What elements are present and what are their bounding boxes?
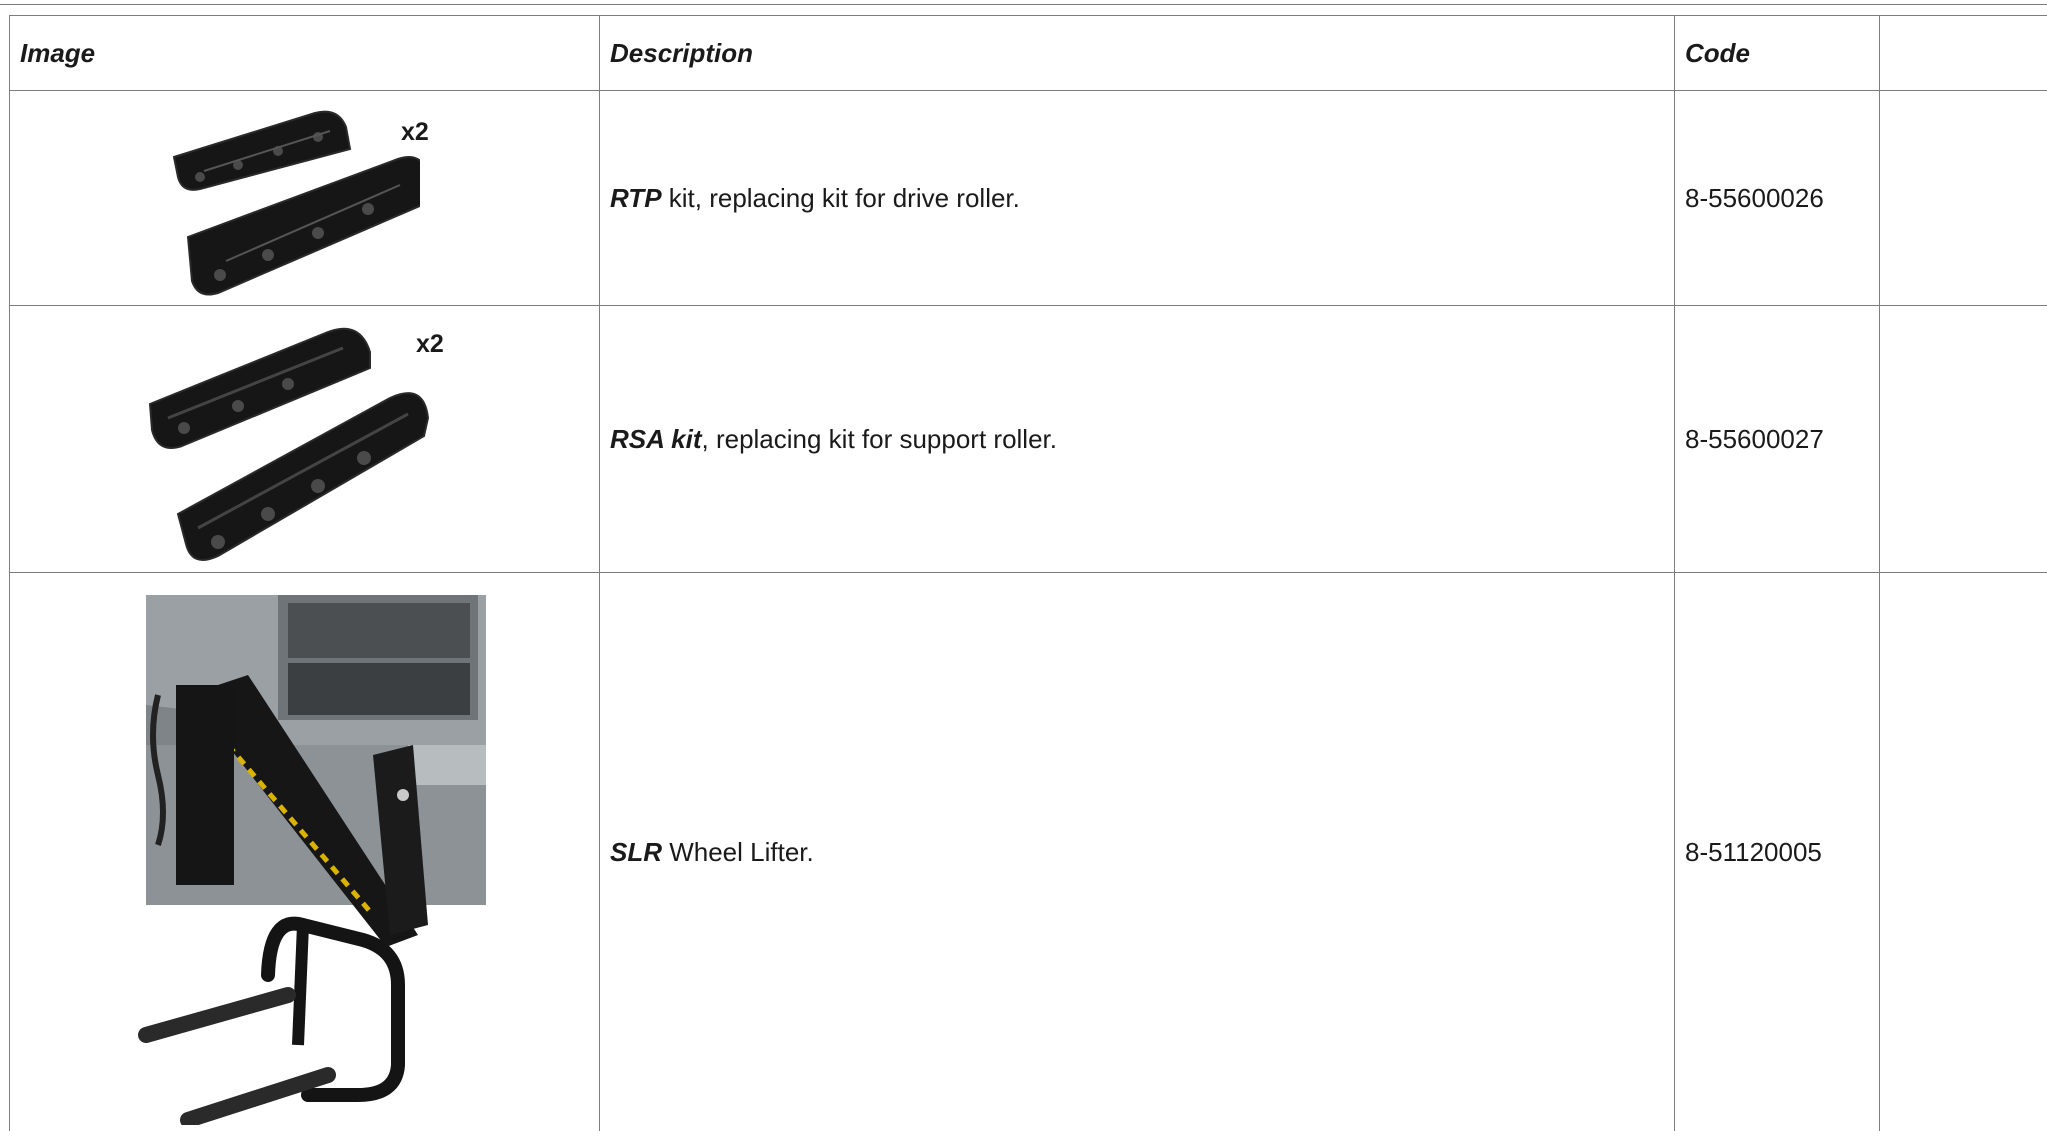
- description-cell: SLR Wheel Lifter.: [599, 572, 1675, 1131]
- description-cell: RTP kit, replacing kit for drive roller.: [599, 90, 1675, 306]
- table-header-row: Image Description Code: [9, 15, 2047, 91]
- header-image: Image: [9, 15, 600, 91]
- extra-cell: [1879, 90, 2047, 306]
- header-description: Description: [599, 15, 1675, 91]
- image-cell: x2: [9, 305, 600, 573]
- header-code: Code: [1674, 15, 1880, 91]
- header-extra: [1879, 15, 2047, 91]
- description-text: , replacing kit for support roller.: [701, 423, 1058, 454]
- image-cell: [9, 572, 600, 1131]
- description-text: kit, replacing kit for drive roller.: [661, 182, 1020, 213]
- quantity-label: x2: [401, 118, 429, 146]
- code-cell: 8-55600026: [1674, 90, 1880, 306]
- product-name: RTP: [610, 182, 662, 213]
- rsa-kit-image: [148, 327, 430, 561]
- extra-cell: [1879, 572, 2047, 1131]
- extra-cell: [1879, 305, 2047, 573]
- slr-wheel-lifter-image: [138, 595, 486, 1125]
- code-cell: 8-55600027: [1674, 305, 1880, 573]
- description-text: Wheel Lifter.: [662, 837, 814, 867]
- table-row: x2 RTP kit, replacing kit for drive roll…: [9, 90, 2047, 306]
- product-name: RSA kit: [610, 423, 702, 454]
- code-cell: 8-51120005: [1674, 572, 1880, 1131]
- image-cell: x2: [9, 90, 600, 306]
- table-row: x2 RSA kit, replacing kit for support ro…: [9, 305, 2047, 573]
- table-row: SLR Wheel Lifter. 8-51120005: [9, 572, 2047, 1131]
- product-name: SLR: [610, 837, 662, 867]
- rtp-kit-image: [172, 110, 420, 296]
- accessories-table-sheet: Image Description Code x2 RTP kit, repla…: [9, 15, 2047, 1131]
- quantity-label: x2: [416, 330, 444, 358]
- description-cell: RSA kit, replacing kit for support rolle…: [599, 305, 1675, 573]
- accessories-table: Image Description Code x2 RTP kit, repla…: [9, 15, 2047, 1131]
- top-rule: [0, 4, 2047, 5]
